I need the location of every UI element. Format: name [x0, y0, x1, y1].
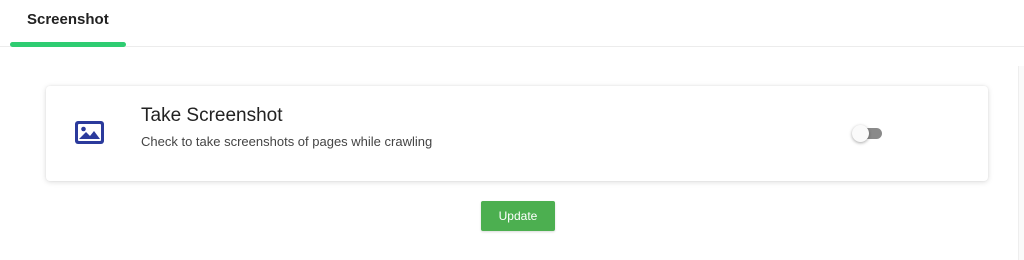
- tab-bar: Screenshot: [0, 0, 1024, 47]
- side-panel-edge: [1018, 66, 1024, 260]
- setting-description: Check to take screenshots of pages while…: [141, 134, 433, 149]
- setting-title: Take Screenshot: [141, 105, 283, 126]
- update-button[interactable]: Update: [481, 201, 555, 231]
- tab-screenshot[interactable]: Screenshot: [10, 0, 126, 47]
- toggle-thumb: [852, 125, 869, 142]
- take-screenshot-toggle[interactable]: [852, 124, 884, 144]
- settings-page: Screenshot Take Screenshot Check to take…: [0, 0, 1024, 260]
- tab-screenshot-label: Screenshot: [27, 11, 109, 28]
- take-screenshot-setting-card: Take Screenshot Check to take screenshot…: [46, 86, 988, 181]
- active-tab-indicator: [10, 42, 126, 47]
- image-icon: [75, 121, 104, 144]
